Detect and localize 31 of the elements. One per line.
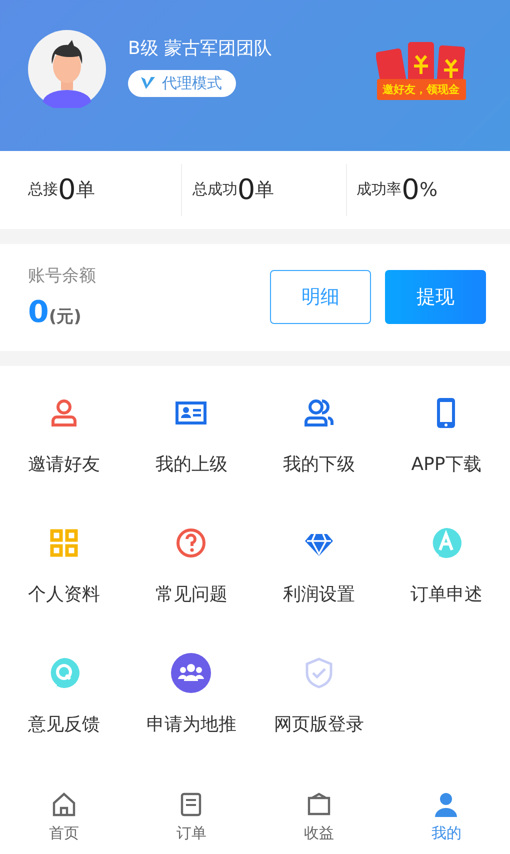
- group-icon: [170, 652, 212, 694]
- stat-unit: 单: [255, 178, 274, 203]
- stat-value: 0: [402, 173, 420, 206]
- menu-item[interactable]: APP下载: [411, 452, 482, 476]
- menu-item[interactable]: 我的上级: [155, 452, 228, 476]
- menu-item[interactable]: 网页版登录: [274, 712, 364, 736]
- stat-value: 0: [237, 173, 256, 206]
- menu-item[interactable]: 我的下级: [282, 452, 355, 476]
- tab[interactable]: 首页: [0, 778, 128, 854]
- menu-item[interactable]: 利润设置: [282, 582, 355, 606]
- balance-label: 账号余额: [28, 265, 97, 288]
- currency-unit: (元): [48, 307, 82, 328]
- menu-item[interactable]: 订单申述: [410, 582, 482, 606]
- tab[interactable]: 订单: [128, 778, 255, 854]
- stat-value: 0: [58, 173, 76, 206]
- stat-unit: 单: [76, 178, 95, 203]
- stat-label: 总接: [28, 180, 58, 200]
- menu-item[interactable]: 个人资料: [28, 582, 100, 606]
- question-icon: [174, 526, 208, 560]
- stat-unit: %: [419, 178, 438, 201]
- stat-label: 总成功: [192, 180, 238, 200]
- menu-item[interactable]: 常见问题: [155, 582, 228, 606]
- stat-label: 成功率: [356, 180, 402, 200]
- menu-item[interactable]: 邀请好友: [28, 452, 100, 476]
- badge-label: 代理模式: [162, 74, 222, 93]
- menu-item[interactable]: 意见反馈: [28, 712, 100, 736]
- menu-item[interactable]: 申请为地推: [146, 712, 236, 736]
- team-name: B级 蒙古军团团队: [128, 36, 274, 60]
- balance-amount: 0: [28, 295, 49, 330]
- tab[interactable]: 收益: [255, 778, 382, 854]
- v-logo-icon: [140, 76, 156, 90]
